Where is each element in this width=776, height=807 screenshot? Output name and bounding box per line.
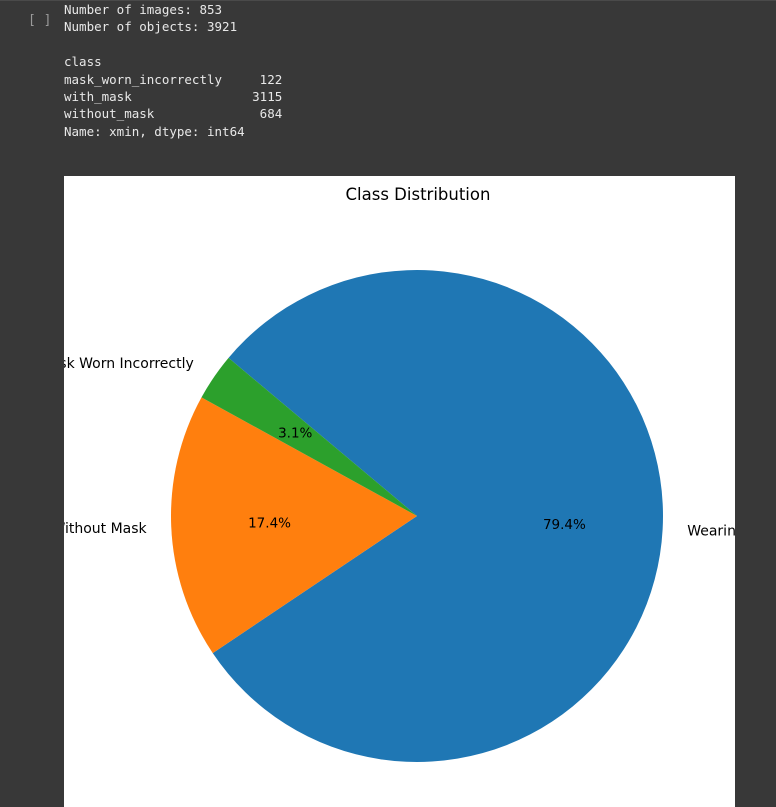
cell-output-text: Number of images: 853 Number of objects:… xyxy=(64,1,282,140)
slice-percent-wearing-mask: 79.4% xyxy=(543,517,586,533)
output-line: mask_worn_incorrectly 122 xyxy=(64,71,283,87)
notebook-cell: [ ] Number of images: 853 Number of obje… xyxy=(0,0,776,807)
output-line: Number of objects: 3921 xyxy=(64,19,238,35)
pie-chart: Class Distribution Wearing Mask 79.4% With… xyxy=(64,185,735,762)
output-line: Name: xmin, dtype: int64 xyxy=(64,123,245,139)
slice-label-without-mask: Without Mask xyxy=(64,521,148,537)
output-line: Number of images: 853 xyxy=(64,2,223,17)
output-line: without_mask 684 xyxy=(64,106,283,122)
pie-chart-figure: Class Distribution Wearing Mask 79.4% With… xyxy=(64,176,735,807)
slice-percent-without-mask: 17.4% xyxy=(248,515,291,531)
output-line: with_mask 3115 xyxy=(64,89,283,105)
slice-label-wearing-mask: Wearing Mask xyxy=(687,523,735,539)
slice-percent-mask-worn-incorrectly: 3.1% xyxy=(278,426,312,442)
slice-label-mask-worn-incorrectly: Mask Worn Incorrectly xyxy=(64,356,194,372)
output-line: class xyxy=(64,54,102,70)
chart-title: Class Distribution xyxy=(346,185,491,204)
run-cell-button[interactable]: [ ] xyxy=(28,12,51,30)
